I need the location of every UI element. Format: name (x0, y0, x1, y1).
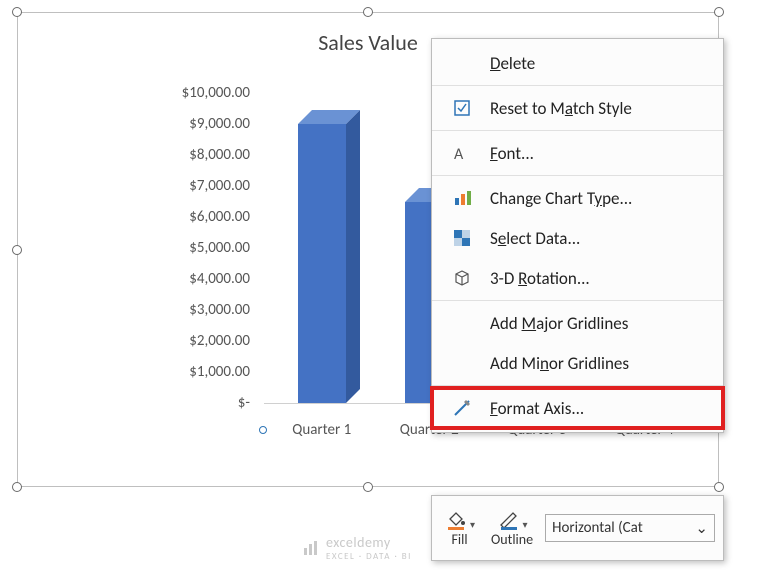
menu-add-major-gridlines[interactable]: Add Major Gridlines (432, 303, 723, 343)
dropdown-caret-icon: ▾ (523, 518, 528, 531)
x-tick-label: Quarter 1 (292, 421, 351, 439)
menu-select-data[interactable]: Select Data... (432, 218, 723, 258)
watermark: exceldemy EXCEL · DATA · BI (302, 534, 412, 562)
resize-handle[interactable] (12, 245, 22, 255)
menu-font[interactable]: A Font... (432, 133, 723, 173)
y-tick-label: $9,000.00 (158, 115, 258, 133)
menu-format-axis[interactable]: Format Axis... (432, 388, 723, 428)
menu-label: Reset to Match Style (490, 98, 632, 119)
menu-separator (432, 300, 723, 301)
watermark-brand: exceldemy (326, 534, 412, 551)
y-tick-label: $7,000.00 (158, 177, 258, 195)
y-tick-label: $- (158, 394, 258, 412)
outline-label: Outline (491, 531, 533, 548)
fill-bucket-icon (444, 509, 468, 531)
resize-handle[interactable] (363, 7, 373, 17)
menu-delete[interactable]: Delete (432, 43, 723, 83)
menu-reset-style[interactable]: Reset to Match Style (432, 88, 723, 128)
font-icon: A (446, 143, 478, 163)
bar[interactable] (298, 124, 346, 403)
menu-label: Delete (490, 53, 535, 74)
selector-value: Horizontal (Cat (552, 519, 643, 537)
y-tick-label: $10,000.00 (158, 84, 258, 102)
y-tick-label: $8,000.00 (158, 146, 258, 164)
reset-icon (446, 98, 478, 118)
fill-button[interactable]: ▾ Fill (440, 507, 479, 550)
chart-element-selector[interactable]: Horizontal (Cat ⌄ (545, 514, 715, 542)
menu-label: Font... (490, 143, 534, 164)
y-tick-label: $2,000.00 (158, 332, 258, 350)
menu-label: 3-D Rotation... (490, 268, 590, 289)
format-axis-icon (446, 398, 478, 418)
resize-handle[interactable] (363, 482, 373, 492)
menu-separator (432, 85, 723, 86)
context-menu: Delete Reset to Match Style A Font... Ch… (431, 38, 724, 433)
menu-label: Select Data... (490, 228, 580, 249)
y-tick-label: $4,000.00 (158, 270, 258, 288)
menu-label: Change Chart Type... (490, 188, 632, 209)
dropdown-caret-icon: ⌄ (695, 519, 708, 538)
selection-handle[interactable] (259, 426, 267, 434)
svg-text:A: A (454, 145, 464, 163)
resize-handle[interactable] (714, 7, 724, 17)
outline-button[interactable]: ▾ Outline (487, 507, 537, 550)
menu-label: Add Minor Gridlines (490, 353, 629, 374)
resize-handle[interactable] (12, 7, 22, 17)
menu-label: Add Major Gridlines (490, 313, 628, 334)
y-tick-label: $3,000.00 (158, 301, 258, 319)
y-axis[interactable]: $10,000.00$9,000.00$8,000.00$7,000.00$6,… (158, 93, 258, 413)
menu-separator (432, 385, 723, 386)
cube-icon (446, 268, 478, 288)
menu-label: Format Axis... (490, 398, 584, 419)
y-tick-label: $1,000.00 (158, 363, 258, 381)
menu-separator (432, 175, 723, 176)
chart-type-icon (446, 188, 478, 208)
y-tick-label: $6,000.00 (158, 208, 258, 226)
resize-handle[interactable] (12, 482, 22, 492)
menu-3d-rotation[interactable]: 3-D Rotation... (432, 258, 723, 298)
mini-toolbar: ▾ Fill ▾ Outline Horizontal (Cat ⌄ (431, 495, 724, 561)
menu-change-chart-type[interactable]: Change Chart Type... (432, 178, 723, 218)
menu-add-minor-gridlines[interactable]: Add Minor Gridlines (432, 343, 723, 383)
fill-label: Fill (451, 531, 467, 548)
dropdown-caret-icon: ▾ (470, 518, 475, 531)
watermark-sub: EXCEL · DATA · BI (326, 551, 412, 562)
logo-icon (302, 539, 320, 557)
outline-pen-icon (497, 509, 521, 531)
select-data-icon (446, 228, 478, 248)
resize-handle[interactable] (714, 482, 724, 492)
y-tick-label: $5,000.00 (158, 239, 258, 257)
menu-separator (432, 130, 723, 131)
